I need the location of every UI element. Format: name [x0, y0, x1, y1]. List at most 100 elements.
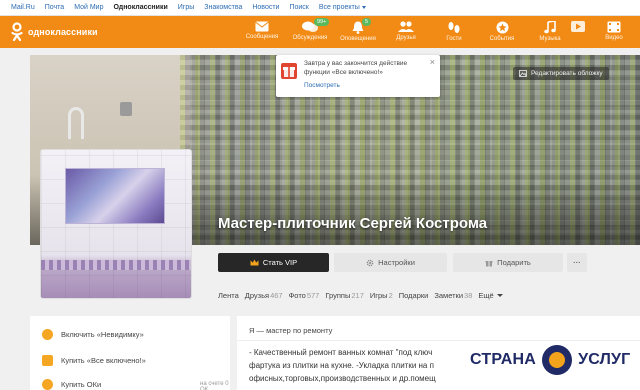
portal-bar: Mail.Ru Почта Мой Мир Одноклассники Игры… — [0, 0, 640, 16]
chevron-down-icon — [496, 294, 503, 298]
chevron-down-icon — [361, 5, 366, 9]
nav-music[interactable]: Музыка — [528, 19, 572, 47]
about-title: Я — мастер по ремонту — [249, 326, 333, 335]
nav-events-label: События — [489, 36, 515, 42]
ok-logo-icon — [11, 22, 23, 42]
portal-link-dating[interactable]: Знакомства — [204, 4, 242, 11]
tab-photos-label: Фото — [288, 290, 306, 300]
valve-shape — [120, 102, 132, 116]
music-note-icon — [544, 21, 556, 34]
nav-messages-label: Сообщения — [245, 34, 279, 40]
nav-guests[interactable]: Гости — [432, 19, 476, 47]
gear-icon — [366, 259, 374, 266]
more-options-button[interactable]: ··· — [567, 253, 587, 272]
about-line: - Качественный ремонт ванных комнат "под… — [249, 348, 433, 357]
gift-box-icon — [42, 354, 53, 366]
eye-icon — [42, 328, 53, 340]
portal-link-mailru[interactable]: Mail.Ru — [11, 4, 35, 11]
divider — [237, 340, 640, 341]
tab-notes-label: Заметки — [434, 290, 464, 300]
tab-gifts-label: Подарки — [398, 290, 429, 300]
sidebar-item-all-inclusive[interactable]: Купить «Все включено!» — [42, 353, 146, 367]
settings-button[interactable]: Настройки — [334, 253, 447, 272]
tab-games[interactable]: Игры2 — [370, 291, 393, 300]
sidebar-item-invisible[interactable]: Включить «Невидимку» — [42, 327, 144, 341]
nav-guests-label: Гости — [446, 36, 462, 42]
tab-groups[interactable]: Группы217 — [325, 291, 364, 300]
promo-view-link[interactable]: Посмотреть — [304, 82, 340, 89]
image-icon — [519, 70, 527, 77]
edit-cover-label: Редактировать обложку — [531, 70, 603, 77]
tab-friends[interactable]: Друзья467 — [245, 291, 283, 300]
portal-link-news[interactable]: Новости — [252, 4, 279, 11]
main-toolbar: одноклассники Сообщения 99+ Обсуждения 5… — [0, 16, 640, 48]
ok-logo[interactable]: одноклассники — [10, 22, 98, 42]
tab-games-label: Игры — [369, 290, 388, 300]
tab-more[interactable]: Ещё — [478, 291, 503, 300]
left-sidebar: Включить «Невидимку» Купить «Все включен… — [30, 316, 230, 390]
watermark-right: УСЛУГ — [578, 351, 631, 368]
portal-link-mail[interactable]: Почта — [45, 4, 64, 11]
tab-notes-count: 38 — [464, 290, 473, 300]
portal-link-search[interactable]: Поиск — [289, 4, 308, 11]
portal-link-games[interactable]: Игры — [178, 4, 195, 11]
discussions-badge: 99+ — [314, 18, 330, 26]
profile-tabs: Лента Друзья467 Фото577 Группы217 Игры2 … — [218, 289, 509, 301]
crown-icon — [250, 259, 259, 266]
ok-balance: на счете 0 ОК — [200, 381, 229, 390]
gift-icon — [485, 260, 493, 266]
gift-button[interactable]: Подарить — [453, 253, 563, 272]
become-vip-button[interactable]: Стать VIP — [218, 253, 329, 272]
footprints-icon — [448, 22, 460, 33]
sidebar-item-buy-ok[interactable]: Купить ОКи — [42, 377, 101, 390]
nav-notifications-label: Оповещения — [340, 36, 376, 42]
profile-name: Мастер-плиточник Сергей Кострома — [218, 215, 488, 232]
nav-music-label: Музыка — [539, 36, 561, 42]
become-vip-label: Стать VIP — [262, 258, 298, 267]
nav-player[interactable] — [568, 19, 588, 47]
portal-link-my-world[interactable]: Мой Мир — [74, 4, 103, 11]
logo-text: одноклассники — [28, 27, 98, 37]
nav-messages[interactable]: Сообщения — [240, 19, 284, 47]
tab-groups-count: 217 — [351, 290, 364, 300]
about-line: офисных,торговых,производственных и др.п… — [249, 374, 436, 383]
notifications-badge: 5 — [362, 18, 372, 26]
tab-photos-count: 577 — [306, 290, 320, 300]
more-icon: ··· — [573, 258, 581, 267]
nav-friends[interactable]: Друзья — [384, 19, 428, 47]
profile-avatar[interactable] — [40, 149, 192, 299]
avatar-tile-panel — [65, 168, 165, 224]
promo-text: Завтра у вас закончится действие функции… — [304, 60, 408, 76]
nav-discussions-label: Обсуждения — [292, 35, 328, 41]
all-projects-label: Все проекты — [318, 4, 360, 11]
portal-link-odnoklassniki[interactable]: Одноклассники — [113, 4, 167, 11]
tab-feed-label: Лента — [218, 290, 239, 300]
watermark-left: СТРАНА — [470, 351, 537, 368]
nav-notifications[interactable]: 5 Оповещения — [336, 18, 380, 47]
nav-friends-label: Друзья — [396, 35, 416, 41]
users-icon — [398, 21, 414, 32]
edit-cover-button[interactable]: Редактировать обложку — [513, 67, 609, 80]
settings-label: Настройки — [378, 258, 415, 267]
nav-video[interactable]: Видео — [592, 19, 636, 47]
nav-events[interactable]: События — [480, 19, 524, 47]
tab-gifts[interactable]: Подарки — [399, 291, 429, 300]
tab-photos[interactable]: Фото577 — [289, 291, 320, 300]
tab-friends-label: Друзья — [244, 290, 270, 300]
tab-notes[interactable]: Заметки38 — [434, 291, 472, 300]
sidebar-item-invisible-label: Включить «Невидимку» — [61, 329, 144, 339]
nav-video-label: Видео — [605, 35, 623, 41]
avatar-border-stripe — [41, 260, 191, 270]
watermark: СТРАНА УСЛУГ — [470, 343, 630, 377]
nav-discussions[interactable]: 99+ Обсуждения — [288, 18, 332, 47]
handshake-shape — [549, 352, 566, 368]
tab-feed[interactable]: Лента — [218, 291, 239, 300]
envelope-icon — [255, 21, 269, 32]
handshake-icon — [542, 345, 573, 375]
ok-coin-icon — [42, 378, 53, 390]
close-icon[interactable]: × — [430, 57, 435, 67]
tab-games-count: 2 — [388, 290, 393, 300]
play-icon — [571, 21, 585, 32]
portal-link-all-projects[interactable]: Все проекты — [319, 4, 366, 11]
promo-popup: Завтра у вас закончится действие функции… — [276, 55, 440, 97]
